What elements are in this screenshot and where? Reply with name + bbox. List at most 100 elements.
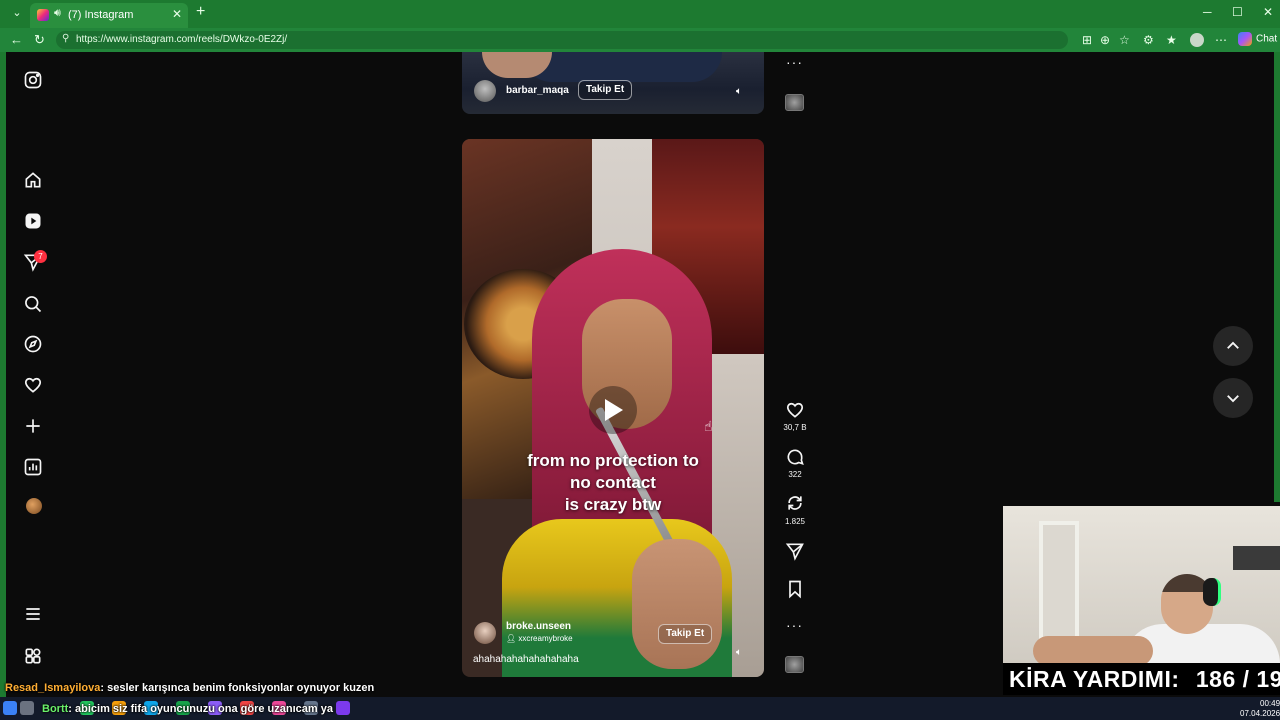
comment-count: 322 xyxy=(788,470,802,479)
avatar[interactable] xyxy=(474,622,496,644)
video-subject-hand xyxy=(632,539,722,669)
share-send-icon[interactable] xyxy=(785,541,805,561)
caption-line: from no protection to xyxy=(527,451,699,470)
chat-username: Resad_Ismayilova xyxy=(5,682,101,694)
settings-more-icon[interactable]: ⋯ xyxy=(1215,33,1227,47)
headset-icon xyxy=(1203,578,1221,606)
reel-card[interactable]: from no protection to no contact is craz… xyxy=(462,139,764,677)
copilot-chat-button[interactable]: Chat xyxy=(1238,32,1277,46)
streamer-arm xyxy=(1033,636,1153,663)
more-options-icon[interactable]: ··· xyxy=(786,54,803,70)
profile-avatar-nav[interactable] xyxy=(26,498,42,514)
video-caption-overlay: from no protection to no contact is craz… xyxy=(462,450,764,516)
repost-count: 1.825 xyxy=(784,517,806,526)
follow-button[interactable]: Takip Et xyxy=(658,624,713,644)
like-heart-icon[interactable] xyxy=(785,400,805,420)
back-arrow-icon[interactable]: ← xyxy=(10,32,23,47)
collaborator[interactable]: 👤︎ xxcreamybroke xyxy=(506,634,573,643)
reel-card-previous[interactable]: barbar_maqa Takip Et 🔈︎ xyxy=(462,52,764,114)
tab-list-chevron-icon[interactable]: ⌄ xyxy=(8,6,26,22)
close-window-button[interactable]: ✕ xyxy=(1263,5,1273,19)
previous-reel-button[interactable] xyxy=(1213,326,1253,366)
minimize-button[interactable]: ─ xyxy=(1203,5,1212,19)
caption-line: is crazy btw xyxy=(564,495,662,514)
chat-message: Resad_Ismayilova: sesler karışınca benim… xyxy=(5,682,374,694)
tab-title: (7) Instagram xyxy=(68,9,134,21)
reel-username[interactable]: barbar_maqa xyxy=(506,85,569,96)
comment-icon[interactable] xyxy=(785,447,805,467)
collaborator-name: xxcreamybroke xyxy=(518,634,573,643)
save-bookmark-icon[interactable] xyxy=(785,579,805,599)
copilot-icon xyxy=(1238,32,1252,46)
app-available-icon[interactable]: ⊞ xyxy=(1082,33,1092,47)
search-icon[interactable] xyxy=(23,294,43,314)
person-icon: 👤︎ xyxy=(506,634,519,643)
reel-actions: ··· 30,7 B 322 1.825 ··· xyxy=(780,52,810,692)
rent-aid-banner: KİRA YARDIMI: 186 / 190 xyxy=(1003,663,1280,695)
volume-icon[interactable]: 🔈︎ xyxy=(736,647,742,658)
video-frame xyxy=(522,52,722,82)
chevron-up-icon xyxy=(1227,341,1239,349)
maximize-button[interactable]: ☐ xyxy=(1232,5,1243,19)
profile-avatar[interactable] xyxy=(1190,33,1204,47)
avatar[interactable] xyxy=(474,80,496,102)
reel-username[interactable]: broke.unseen xyxy=(506,621,571,632)
webcam-overlay xyxy=(1003,506,1280,663)
instagram-logo-icon[interactable] xyxy=(23,70,43,90)
caption-line: no contact xyxy=(570,473,656,492)
chat-label: Chat xyxy=(1256,33,1278,45)
rent-value: 186 / 190 xyxy=(1195,666,1280,692)
clock-time: 00:49 xyxy=(1260,699,1280,708)
explore-compass-icon[interactable] xyxy=(23,334,43,354)
notification-badge: 7 xyxy=(34,250,47,263)
like-count: 30,7 B xyxy=(783,423,807,432)
url-text: https://www.instagram.com/reels/DWkzo-0E… xyxy=(76,34,288,45)
address-bar[interactable]: ⚲ https://www.instagram.com/reels/DWkzo-… xyxy=(56,31,1068,49)
reels-icon[interactable] xyxy=(23,211,43,231)
chat-text: : sesler karışınca benim fonksiyonlar oy… xyxy=(100,682,375,694)
tab-close-icon[interactable]: ✕ xyxy=(172,7,182,21)
chat-text: : abicim siz fifa oyuncunuzu ona göre uz… xyxy=(68,703,333,715)
reel-description[interactable]: ahahahahahahahahaha xyxy=(473,654,579,665)
browser-tab-bar: ⌄ 🔊︎ (7) Instagram ✕ + ─ ☐ ✕ xyxy=(0,0,1280,28)
favorites-icon[interactable]: ★ xyxy=(1166,33,1177,47)
taskbar-clock[interactable]: 00:49 07.04.2026 xyxy=(1240,699,1280,719)
instagram-favicon-icon xyxy=(37,9,49,21)
play-icon[interactable] xyxy=(605,399,623,421)
browser-toolbar: ← ↻ ⚲ https://www.instagram.com/reels/DW… xyxy=(0,28,1280,52)
notifications-heart-icon[interactable] xyxy=(23,375,43,395)
chat-message: Bortt: abicim siz fifa oyuncunuzu ona gö… xyxy=(42,703,333,715)
app-icon[interactable] xyxy=(336,701,350,715)
start-icon[interactable] xyxy=(3,701,17,715)
also-from-meta-icon[interactable] xyxy=(23,646,43,666)
new-tab-button[interactable]: + xyxy=(196,3,205,21)
audio-thumbnail[interactable] xyxy=(785,656,804,673)
overlay-frame-right xyxy=(1274,52,1280,502)
repost-icon[interactable] xyxy=(785,493,805,513)
webcam-background-shelf xyxy=(1233,546,1280,570)
clock-date: 07.04.2026 xyxy=(1240,709,1280,718)
chat-username: Bortt xyxy=(42,703,69,715)
menu-hamburger-icon[interactable] xyxy=(23,604,43,624)
refresh-icon[interactable]: ↻ xyxy=(34,32,45,48)
chevron-down-icon xyxy=(1227,395,1239,403)
tab-instagram[interactable]: 🔊︎ (7) Instagram ✕ xyxy=(30,3,188,28)
favorite-star-icon[interactable]: ☆ xyxy=(1119,33,1130,47)
next-reel-button[interactable] xyxy=(1213,378,1253,418)
mouse-cursor-icon: ☝︎ xyxy=(704,418,713,434)
more-options-icon[interactable]: ··· xyxy=(786,617,803,633)
instagram-sidebar: 7 xyxy=(6,52,66,682)
volume-icon[interactable]: 🔈︎ xyxy=(736,86,742,97)
zoom-icon[interactable]: ⊕ xyxy=(1100,33,1110,47)
screen: ⌄ 🔊︎ (7) Instagram ✕ + ─ ☐ ✕ ← ↻ ⚲ https… xyxy=(0,0,1280,720)
rent-label: KİRA YARDIMI: xyxy=(1009,666,1180,692)
follow-button[interactable]: Takip Et xyxy=(578,80,633,100)
dashboard-chart-icon[interactable] xyxy=(23,457,43,477)
create-plus-icon[interactable] xyxy=(23,416,43,436)
audio-thumbnail[interactable] xyxy=(785,94,804,111)
site-info-icon[interactable]: ⚲ xyxy=(62,33,69,44)
search-taskbar-icon[interactable] xyxy=(20,701,34,715)
speaker-icon[interactable]: 🔊︎ xyxy=(54,7,61,20)
home-icon[interactable] xyxy=(23,170,43,190)
extensions-icon[interactable]: ⚙ xyxy=(1143,33,1154,47)
